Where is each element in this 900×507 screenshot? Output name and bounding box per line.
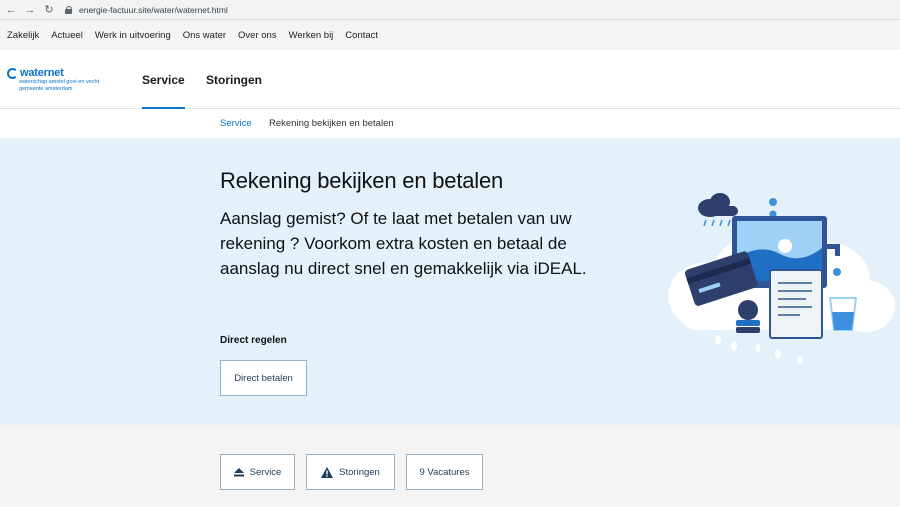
- tile-vacatures-button[interactable]: 9 Vacatures: [406, 454, 483, 490]
- topnav-item-actueel[interactable]: Actueel: [51, 30, 83, 41]
- warning-icon: [321, 466, 334, 478]
- address-bar[interactable]: energie-factuur.site/water/waternet.html: [65, 2, 228, 18]
- logo-subtitle: waterschap amstel gooi en vecht gemeente…: [19, 79, 100, 92]
- hero-intro-text: Aanslag gemist? Of te laat met betalen v…: [220, 209, 587, 278]
- topnav-item-over-ons[interactable]: Over ons: [238, 30, 277, 41]
- topnav-item-zakelijk[interactable]: Zakelijk: [7, 30, 39, 41]
- breadcrumb-link-service[interactable]: Service: [220, 118, 252, 129]
- address-bar-url: energie-factuur.site/water/waternet.html: [79, 4, 228, 15]
- topnav-item-ons-water[interactable]: Ons water: [183, 30, 226, 41]
- logo-name: waternet: [20, 67, 64, 79]
- quick-links: Service Storingen 9 Vacatures: [0, 425, 900, 507]
- utility-nav: Zakelijk Actueel Werk in uitvoering Ons …: [0, 20, 900, 50]
- forward-icon[interactable]: →: [22, 0, 38, 20]
- waternet-logo-icon: [7, 67, 18, 79]
- breadcrumb: Service Rekening bekijken en betalen: [0, 109, 900, 138]
- tile-vacatures-label: 9 Vacatures: [419, 466, 470, 478]
- tile-storingen-button[interactable]: Storingen: [306, 454, 395, 490]
- topnav-item-werken-bij[interactable]: Werken bij: [289, 30, 334, 41]
- mainnav-item-storingen[interactable]: Storingen: [206, 50, 262, 109]
- eject-icon: [233, 467, 244, 476]
- breadcrumb-current: Rekening bekijken en betalen: [269, 118, 394, 129]
- hero-section: Rekening bekijken en betalen Aanslag gem…: [0, 138, 900, 425]
- tile-storingen-label: Storingen: [339, 466, 380, 478]
- lock-icon: [65, 5, 73, 14]
- topnav-item-werk-in-uitvoering[interactable]: Werk in uitvoering: [95, 30, 171, 41]
- browser-toolbar: ← → ↻ energie-factuur.site/water/waterne…: [0, 0, 900, 20]
- page-title: Rekening bekijken en betalen: [220, 168, 504, 193]
- topnav-item-contact[interactable]: Contact: [345, 30, 378, 41]
- tile-service-button[interactable]: Service: [220, 454, 295, 490]
- tile-service-label: Service: [249, 466, 282, 478]
- back-icon[interactable]: ←: [3, 0, 19, 20]
- billing-illustration-icon: [668, 193, 895, 365]
- waternet-logo[interactable]: waternet waterschap amstel gooi en vecht…: [7, 67, 117, 92]
- reload-icon[interactable]: ↻: [41, 0, 57, 20]
- direct-regelen-label: Direct regelen: [220, 335, 287, 346]
- mainnav-item-service[interactable]: Service: [142, 50, 185, 109]
- main-header: waternet waterschap amstel gooi en vecht…: [0, 50, 900, 109]
- direct-betalen-button[interactable]: Direct betalen: [220, 360, 307, 396]
